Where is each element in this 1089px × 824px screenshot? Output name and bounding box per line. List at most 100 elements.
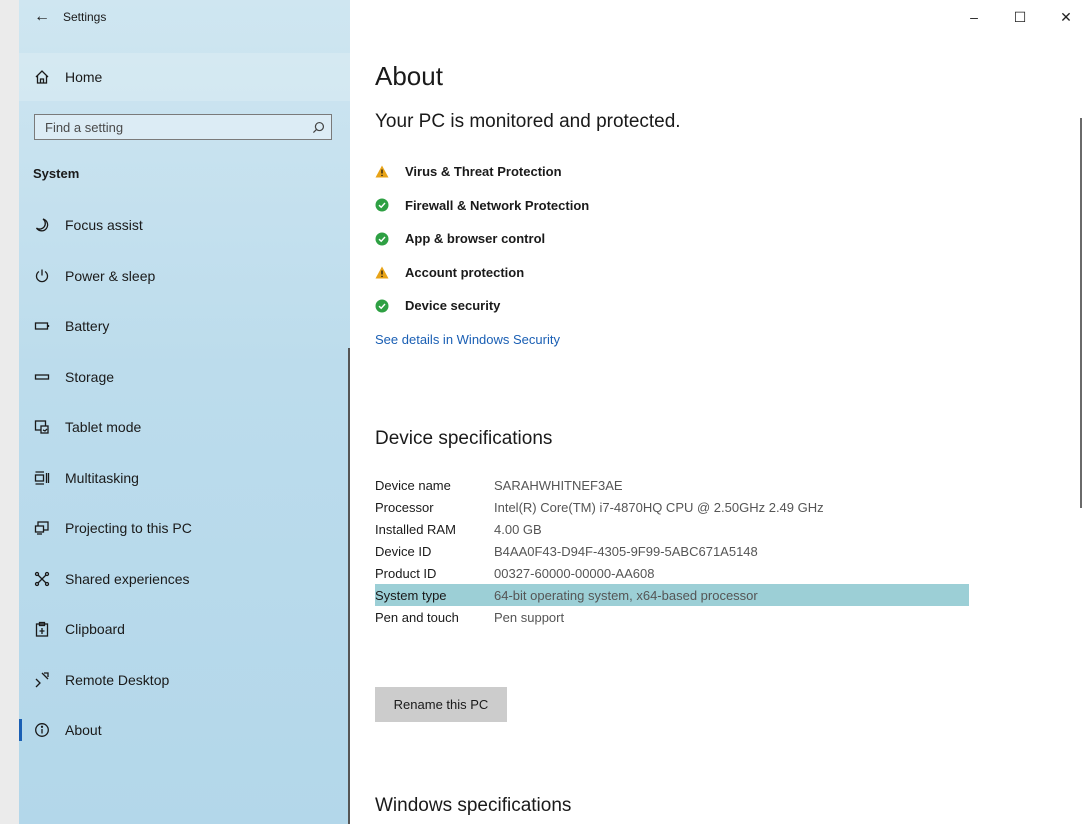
spec-row: Installed RAM 4.00 GB — [375, 518, 969, 540]
spec-key: Product ID — [375, 565, 437, 581]
spec-value: 64-bit operating system, x64-based proce… — [494, 587, 758, 603]
minimize-button[interactable]: – — [951, 0, 997, 34]
sidebar-item-label: Home — [65, 69, 103, 85]
security-item-label: Account protection — [405, 264, 525, 280]
rename-pc-button[interactable]: Rename this PC — [375, 687, 507, 722]
security-item-label: App & browser control — [405, 231, 546, 247]
security-item: Device security — [375, 289, 589, 323]
spec-value: B4AA0F43-D94F-4305-9F99-5ABC671A5148 — [494, 543, 758, 559]
sidebar-item-clipboard[interactable]: Clipboard — [19, 604, 350, 655]
check-circle-icon — [375, 298, 405, 314]
settings-window: ← Settings Home System Focus assist — [19, 0, 1089, 824]
security-item: Account protection — [375, 256, 589, 290]
warning-icon — [375, 164, 405, 180]
page-title: About — [375, 61, 443, 91]
minimize-icon: – — [970, 9, 978, 25]
close-button[interactable]: ✕ — [1043, 0, 1089, 34]
windows-security-link[interactable]: See details in Windows Security — [375, 332, 560, 347]
home-icon — [19, 69, 65, 85]
spec-value: Intel(R) Core(TM) i7-4870HQ CPU @ 2.50GH… — [494, 499, 824, 515]
check-circle-icon — [375, 231, 405, 247]
spec-value: Pen support — [494, 609, 565, 625]
sidebar-item-battery[interactable]: Battery — [19, 301, 350, 352]
sidebar-item-label: Multitasking — [65, 469, 139, 486]
security-item-label: Device security — [405, 298, 501, 314]
sidebar: ← Settings Home System Focus assist — [19, 0, 350, 824]
info-icon — [19, 722, 65, 738]
sidebar-item-remote-desktop[interactable]: Remote Desktop — [19, 655, 350, 706]
main-content: – ☐ ✕ About Your PC is monitored and pro… — [350, 0, 1089, 824]
device-spec-table: Device name SARAHWHITNEF3AE Processor In… — [375, 474, 969, 628]
title-bar: ← Settings — [19, 0, 350, 34]
maximize-icon: ☐ — [1013, 8, 1027, 25]
spec-row: Pen and touch Pen support — [375, 606, 969, 628]
security-item: Firewall & Network Protection — [375, 189, 589, 223]
spec-key: System type — [375, 587, 447, 603]
sidebar-item-projecting[interactable]: Projecting to this PC — [19, 503, 350, 554]
storage-icon — [19, 369, 65, 385]
sidebar-item-label: Power & sleep — [65, 267, 156, 284]
back-button[interactable]: ← — [19, 0, 65, 34]
sidebar-item-tablet-mode[interactable]: Tablet mode — [19, 402, 350, 453]
security-item: App & browser control — [375, 222, 589, 256]
sidebar-item-label: Focus assist — [65, 217, 143, 234]
sidebar-item-storage[interactable]: Storage — [19, 352, 350, 403]
spec-row-highlighted[interactable]: System type 64-bit operating system, x64… — [375, 584, 969, 606]
sidebar-item-power-sleep[interactable]: Power & sleep — [19, 251, 350, 302]
maximize-button[interactable]: ☐ — [997, 0, 1043, 34]
sidebar-item-label: About — [65, 722, 102, 739]
shared-icon — [19, 571, 65, 587]
spec-key: Device ID — [375, 543, 432, 559]
app-title: Settings — [63, 10, 107, 24]
sidebar-nav: Focus assist Power & sleep Battery Stora… — [19, 200, 350, 756]
sidebar-item-focus-assist[interactable]: Focus assist — [19, 200, 350, 251]
moon-icon — [19, 217, 65, 233]
spec-value: SARAHWHITNEF3AE — [494, 477, 623, 493]
spec-row: Device ID B4AA0F43-D94F-4305-9F99-5ABC67… — [375, 540, 969, 562]
battery-icon — [19, 318, 65, 334]
sidebar-item-label: Projecting to this PC — [65, 520, 192, 537]
projector-icon — [19, 520, 65, 536]
security-item-label: Firewall & Network Protection — [405, 197, 590, 213]
window-controls: – ☐ ✕ — [951, 0, 1089, 34]
sidebar-item-label: Shared experiences — [65, 570, 190, 587]
sidebar-item-label: Storage — [65, 368, 115, 385]
spec-row: Product ID 00327-60000-00000-AA608 — [375, 562, 969, 584]
power-icon — [19, 268, 65, 284]
spec-key: Pen and touch — [375, 609, 459, 625]
device-spec-heading: Device specifications — [375, 428, 553, 449]
spec-value: 4.00 GB — [494, 521, 542, 537]
spec-row: Processor Intel(R) Core(TM) i7-4870HQ CP… — [375, 496, 969, 518]
check-circle-icon — [375, 197, 405, 213]
security-status-list: Virus & Threat Protection Firewall & Net… — [375, 155, 589, 323]
search-icon[interactable] — [305, 121, 331, 134]
section-heading: System — [33, 166, 80, 181]
sidebar-item-label: Clipboard — [65, 621, 125, 638]
multitasking-icon — [19, 470, 65, 486]
security-item-label: Virus & Threat Protection — [405, 164, 562, 180]
remote-desktop-icon — [19, 672, 65, 688]
tablet-mode-icon — [19, 419, 65, 435]
sidebar-item-home[interactable]: Home — [19, 53, 350, 101]
spec-value: 00327-60000-00000-AA608 — [494, 565, 655, 581]
protection-heading: Your PC is monitored and protected. — [375, 111, 681, 132]
scrollbar[interactable] — [1080, 118, 1082, 508]
arrow-left-icon: ← — [34, 8, 50, 25]
security-item: Virus & Threat Protection — [375, 155, 589, 189]
close-icon: ✕ — [1060, 8, 1072, 25]
sidebar-item-label: Remote Desktop — [65, 671, 170, 688]
spec-key: Processor — [375, 499, 434, 515]
sidebar-item-label: Tablet mode — [65, 419, 142, 436]
sidebar-item-about[interactable]: About — [19, 705, 350, 756]
search-input[interactable] — [35, 118, 305, 136]
sidebar-item-multitasking[interactable]: Multitasking — [19, 453, 350, 504]
clipboard-icon — [19, 621, 65, 637]
spec-row: Device name SARAHWHITNEF3AE — [375, 474, 969, 496]
sidebar-item-label: Battery — [65, 318, 110, 335]
spec-key: Device name — [375, 477, 451, 493]
spec-key: Installed RAM — [375, 521, 456, 537]
warning-icon — [375, 264, 405, 280]
windows-spec-heading: Windows specifications — [375, 795, 572, 816]
search-field[interactable] — [34, 114, 332, 140]
sidebar-item-shared-experiences[interactable]: Shared experiences — [19, 554, 350, 605]
